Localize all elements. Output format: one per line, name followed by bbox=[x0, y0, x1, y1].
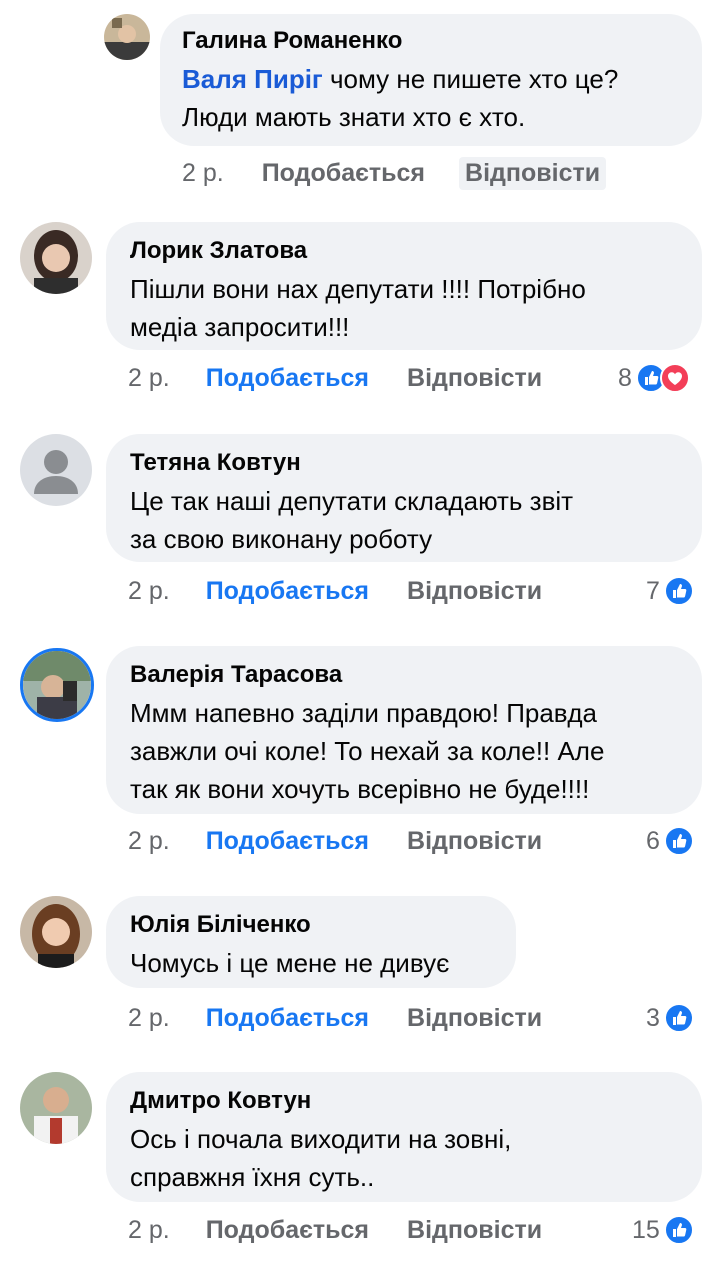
comment-time[interactable]: 2 р. bbox=[128, 1216, 170, 1245]
comment-actions: 2 р. Подобається Відповісти bbox=[128, 821, 542, 861]
comment-actions: 2 р. Подобається Відповісти bbox=[128, 1210, 542, 1250]
reply-button[interactable]: Відповісти bbox=[459, 156, 607, 190]
comment-text: Це так наші депутати складають звіт за с… bbox=[130, 486, 574, 554]
reaction-count: 6 bbox=[646, 826, 660, 855]
comment-time[interactable]: 2 р. bbox=[182, 159, 224, 188]
comment-time[interactable]: 2 р. bbox=[128, 577, 170, 606]
comment-text: Валя Пиріг чому не пишете хто це? Люди м… bbox=[182, 64, 619, 132]
reaction-count: 3 bbox=[646, 1003, 660, 1032]
comment-author[interactable]: Галина Романенко bbox=[182, 26, 680, 56]
like-icon bbox=[663, 1003, 694, 1033]
reaction-summary[interactable]: 6 bbox=[646, 821, 694, 861]
reply-button[interactable]: Відповісти bbox=[407, 577, 542, 606]
comment-author[interactable]: Лорик Златова bbox=[130, 236, 678, 266]
comment-bubble: Юлія Біліченко Чомусь і це мене не дивує bbox=[106, 896, 516, 988]
comment-time[interactable]: 2 р. bbox=[128, 827, 170, 856]
comment-text: Ось і почала виходити на зовні, справжня… bbox=[130, 1124, 512, 1192]
reaction-count: 15 bbox=[632, 1215, 660, 1244]
mention-link[interactable]: Валя Пиріг bbox=[182, 64, 323, 94]
like-button[interactable]: Подобається bbox=[206, 577, 369, 606]
comment-time[interactable]: 2 р. bbox=[128, 364, 170, 393]
avatar[interactable] bbox=[20, 648, 94, 722]
love-icon bbox=[659, 363, 690, 393]
comment-bubble: Тетяна Ковтун Це так наші депутати склад… bbox=[106, 434, 702, 562]
reaction-summary[interactable]: 3 bbox=[646, 998, 694, 1038]
comment-bubble: Лорик Златова Пішли вони нах депутати !!… bbox=[106, 222, 702, 350]
like-icon bbox=[663, 576, 694, 606]
comment-actions: 2 р. Подобається Відповісти bbox=[128, 358, 542, 398]
reaction-summary[interactable]: 7 bbox=[646, 571, 694, 611]
comment-author[interactable]: Валерія Тарасова bbox=[130, 660, 678, 690]
like-button[interactable]: Подобається bbox=[262, 159, 425, 188]
reply-button[interactable]: Відповісти bbox=[407, 1004, 542, 1033]
avatar[interactable] bbox=[20, 434, 92, 506]
reaction-summary[interactable]: 8 bbox=[618, 358, 690, 398]
comment-bubble: Дмитро Ковтун Ось і почала виходити на з… bbox=[106, 1072, 702, 1202]
comment-author[interactable]: Тетяна Ковтун bbox=[130, 448, 678, 478]
comment-bubble: Валерія Тарасова Ммм напевно заділи прав… bbox=[106, 646, 702, 814]
reaction-summary[interactable]: 15 bbox=[632, 1210, 694, 1250]
like-button[interactable]: Подобається bbox=[206, 827, 369, 856]
like-button[interactable]: Подобається bbox=[206, 1004, 369, 1033]
avatar[interactable] bbox=[20, 1072, 92, 1144]
comment-text: Пішли вони нах депутати !!!! Потрібно ме… bbox=[130, 274, 586, 342]
reply-button[interactable]: Відповісти bbox=[407, 827, 542, 856]
reaction-count: 8 bbox=[618, 363, 632, 392]
comment-bubble: Галина Романенко Валя Пиріг чому не пише… bbox=[160, 14, 702, 146]
avatar[interactable] bbox=[104, 14, 150, 60]
avatar[interactable] bbox=[20, 896, 92, 968]
comment-actions: 2 р. Подобається Відповісти bbox=[182, 153, 607, 193]
like-button[interactable]: Подобається bbox=[206, 364, 369, 393]
comment-text: Чомусь і це мене не дивує bbox=[130, 948, 450, 978]
comment-author[interactable]: Юлія Біліченко bbox=[130, 910, 492, 940]
comment-author[interactable]: Дмитро Ковтун bbox=[130, 1086, 678, 1116]
comment-time[interactable]: 2 р. bbox=[128, 1004, 170, 1033]
reply-button[interactable]: Відповісти bbox=[407, 364, 542, 393]
reply-button[interactable]: Відповісти bbox=[407, 1216, 542, 1245]
like-icon bbox=[663, 1215, 694, 1245]
reaction-count: 7 bbox=[646, 576, 660, 605]
like-button[interactable]: Подобається bbox=[206, 1216, 369, 1245]
comment-actions: 2 р. Подобається Відповісти bbox=[128, 571, 542, 611]
comment-text: Ммм напевно заділи правдою! Правда завжл… bbox=[130, 698, 605, 804]
avatar[interactable] bbox=[20, 222, 92, 294]
like-icon bbox=[663, 826, 694, 856]
comment-actions: 2 р. Подобається Відповісти bbox=[128, 998, 542, 1038]
